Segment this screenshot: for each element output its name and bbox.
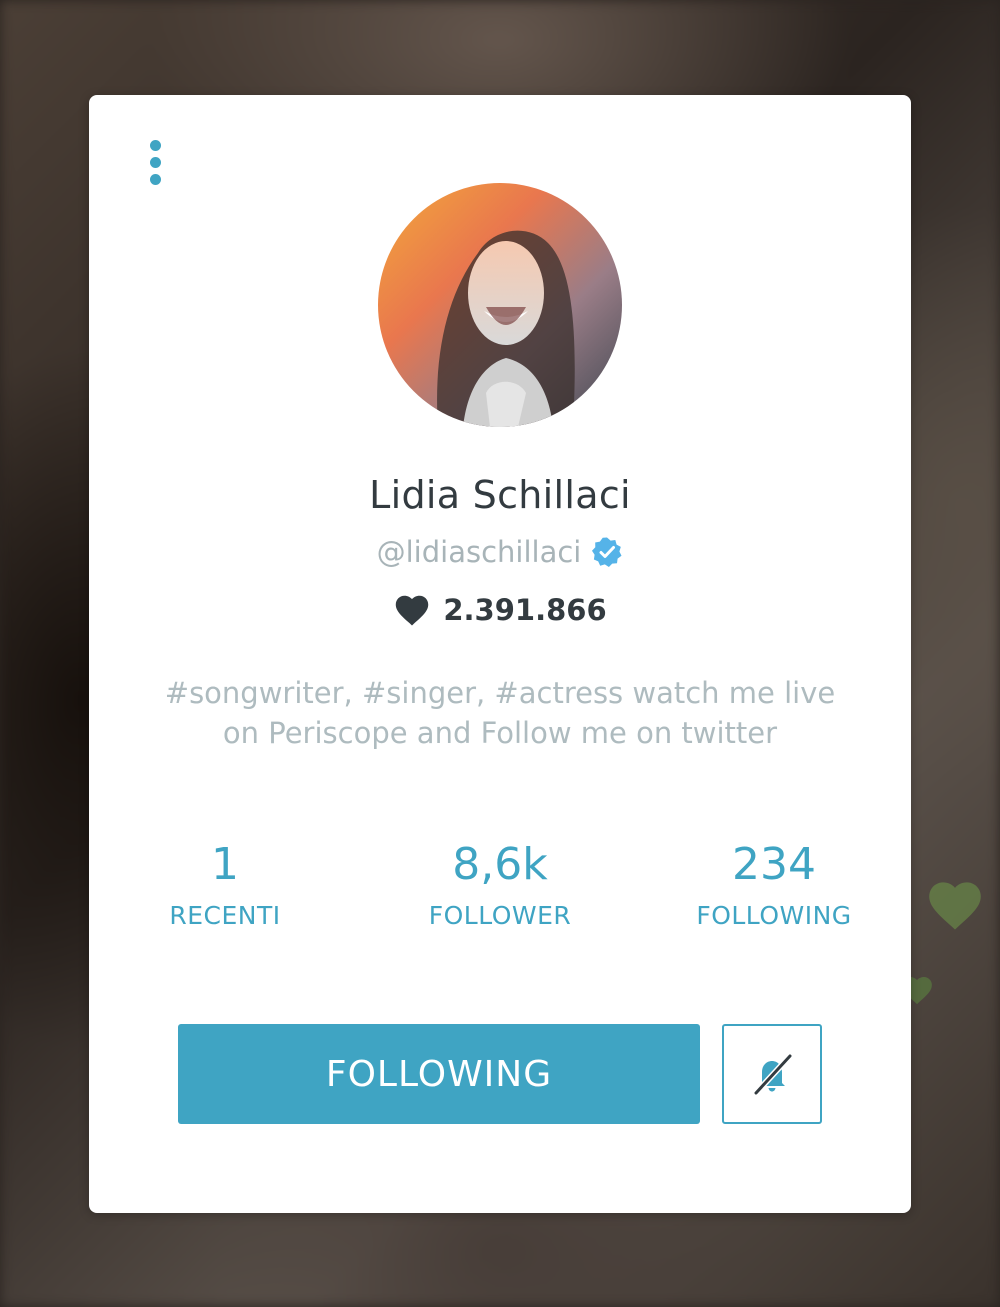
- avatar-photo: [378, 183, 622, 427]
- profile-handle: @lidiaschillaci: [376, 535, 582, 569]
- bell-muted-icon: [753, 1053, 793, 1096]
- menu-dot-icon: [149, 173, 161, 185]
- stat-value: 1: [211, 839, 239, 890]
- stat-value: 8,6k: [452, 839, 548, 890]
- stat-following[interactable]: 234 FOLLOWING: [654, 835, 894, 930]
- profile-bio: #songwriter, #singer, #actress watch me …: [164, 676, 836, 750]
- following-button[interactable]: FOLLOWING: [178, 1024, 700, 1124]
- stat-recenti[interactable]: 1 RECENTI: [105, 835, 345, 930]
- stat-follower[interactable]: 8,6k FOLLOWER: [380, 835, 620, 930]
- avatar[interactable]: [378, 183, 622, 427]
- floating-heart-icon: [929, 882, 981, 930]
- stats-row: 1 RECENTI 8,6k FOLLOWER 234 FOLLOWING: [89, 835, 911, 945]
- profile-name: Lidia Schillaci: [369, 473, 631, 517]
- stat-label: FOLLOWING: [696, 901, 852, 930]
- profile-card: Lidia Schillaci @lidiaschillaci 2.391.86…: [89, 95, 911, 1213]
- stat-value: 234: [732, 839, 816, 890]
- more-options-menu[interactable]: [139, 135, 171, 189]
- hearts-row: 2.391.866: [89, 593, 911, 627]
- stat-label: FOLLOWER: [428, 901, 572, 930]
- mute-notifications-button[interactable]: [722, 1024, 822, 1124]
- verified-badge-icon: [592, 537, 622, 567]
- heart-icon: [396, 595, 429, 626]
- menu-dot-icon: [149, 156, 161, 168]
- hearts-count: 2.391.866: [443, 593, 607, 627]
- menu-dot-icon: [149, 139, 161, 151]
- stat-label: RECENTI: [169, 901, 281, 930]
- handle-row: @lidiaschillaci: [89, 535, 911, 569]
